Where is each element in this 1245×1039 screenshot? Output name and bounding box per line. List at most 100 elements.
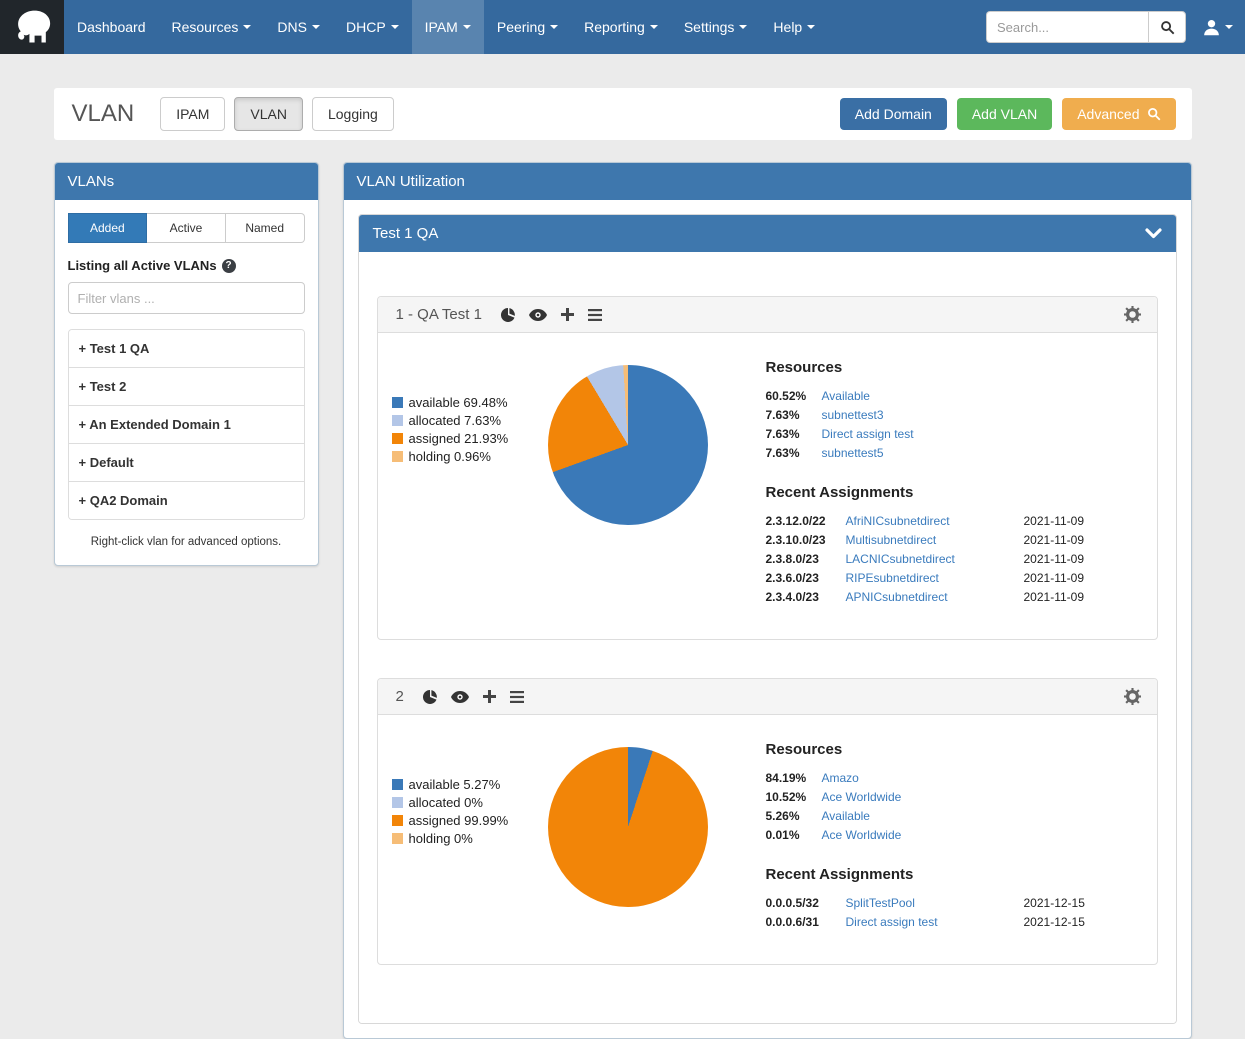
domain-panel: Test 1 QA 1 - QA Test 1 (358, 214, 1177, 1024)
plus-icon[interactable] (561, 308, 574, 321)
help-icon[interactable]: ? (222, 259, 236, 273)
assignment-link[interactable]: RIPEsubnetdirect (846, 571, 1024, 585)
sidebar-hint: Right-click vlan for advanced options. (68, 536, 305, 548)
pie-chart-icon[interactable] (423, 690, 437, 704)
menu-icon[interactable] (588, 309, 602, 321)
nav-item[interactable]: Resources (159, 0, 265, 54)
action-button[interactable]: Add VLAN (957, 98, 1052, 130)
nav-item-label: Peering (497, 19, 545, 35)
caret-down-icon (550, 25, 558, 29)
eye-icon[interactable] (451, 691, 469, 703)
resource-link[interactable]: Available (822, 389, 870, 403)
caret-down-icon (650, 25, 658, 29)
vlan-list-item[interactable]: + QA2 Domain (69, 481, 304, 519)
legend-swatch (392, 833, 403, 844)
legend-swatch (392, 815, 403, 826)
assignment-cidr: 2.3.8.0/23 (766, 552, 846, 566)
assignment-row: 2.3.6.0/23 RIPEsubnetdirect 2021-11-09 (766, 571, 1102, 585)
pie-chart-icon[interactable] (501, 308, 515, 322)
legend-item: available 5.27% (392, 777, 548, 792)
action-button[interactable]: Add Domain (840, 98, 947, 130)
assignment-link[interactable]: SplitTestPool (846, 896, 1024, 910)
domain-header[interactable]: Test 1 QA (359, 215, 1176, 252)
legend-label: available 69.48% (409, 395, 508, 410)
search-icon (1160, 20, 1175, 35)
assignment-row: 0.0.0.5/32 SplitTestPool 2021-12-15 (766, 896, 1102, 910)
assignment-date: 2021-12-15 (1024, 915, 1085, 929)
vlan-section-content: available 69.48% allocated 7.63% assigne… (378, 333, 1157, 639)
search-input[interactable] (986, 11, 1148, 43)
nav-item[interactable]: Reporting (571, 0, 671, 54)
assignment-cidr: 0.0.0.6/31 (766, 915, 846, 929)
utilization-pie-chart (548, 365, 708, 525)
global-search (986, 11, 1186, 43)
vlan-list-item[interactable]: + Test 2 (69, 367, 304, 405)
nav-item[interactable]: Peering (484, 0, 571, 54)
resource-link[interactable]: Ace Worldwide (822, 828, 902, 842)
vlan-filter-tab[interactable]: Active (147, 213, 226, 243)
search-button[interactable] (1148, 11, 1186, 43)
assignment-cidr: 2.3.6.0/23 (766, 571, 846, 585)
user-menu[interactable] (1202, 18, 1233, 37)
gear-icon[interactable] (1124, 306, 1141, 323)
caret-down-icon (243, 25, 251, 29)
resource-link[interactable]: Direct assign test (822, 427, 914, 441)
vlan-section-name: 1 - QA Test 1 (396, 306, 482, 323)
utilization-pie-chart (548, 747, 708, 907)
legend-item: allocated 7.63% (392, 413, 548, 428)
page-title: VLAN (72, 100, 135, 128)
caret-down-icon (391, 25, 399, 29)
action-button-label: Add VLAN (972, 106, 1037, 122)
assignment-date: 2021-11-09 (1024, 552, 1085, 566)
nav-item-label: DHCP (346, 19, 386, 35)
nav-item[interactable]: Dashboard (64, 0, 159, 54)
resource-percent: 7.63% (766, 408, 822, 422)
resource-link[interactable]: Ace Worldwide (822, 790, 902, 804)
resources-list: 60.52% Available 7.63% subnettest3 7.63% (766, 389, 1102, 460)
assignment-link[interactable]: APNICsubnetdirect (846, 590, 1024, 604)
legend-swatch (392, 779, 403, 790)
vlans-panel-title: VLANs (55, 163, 318, 200)
view-tab[interactable]: Logging (312, 97, 394, 131)
vlan-list-item[interactable]: + An Extended Domain 1 (69, 405, 304, 443)
nav-item[interactable]: DHCP (333, 0, 412, 54)
action-button[interactable]: Advanced (1062, 98, 1175, 130)
assignment-link[interactable]: Direct assign test (846, 915, 1024, 929)
domain-title: Test 1 QA (373, 225, 439, 242)
vlan-filter-tab[interactable]: Added (68, 213, 148, 243)
vlan-section: 1 - QA Test 1 (377, 296, 1158, 640)
view-tab[interactable]: VLAN (234, 97, 303, 131)
vlans-panel: VLANs AddedActiveNamed Listing all Activ… (54, 162, 319, 566)
pie-legend: available 69.48% allocated 7.63% assigne… (392, 395, 548, 467)
app-logo[interactable] (0, 0, 64, 54)
assignment-link[interactable]: LACNICsubnetdirect (846, 552, 1024, 566)
vlan-list-item[interactable]: + Test 1 QA (69, 330, 304, 367)
assignment-date: 2021-11-09 (1024, 514, 1085, 528)
legend-label: allocated 0% (409, 795, 483, 810)
resource-link[interactable]: subnettest3 (822, 408, 884, 422)
plus-icon[interactable] (483, 690, 496, 703)
nav-item-label: Reporting (584, 19, 645, 35)
nav-item[interactable]: Settings (671, 0, 761, 54)
nav-item[interactable]: DNS (264, 0, 333, 54)
nav-item[interactable]: Help (760, 0, 828, 54)
assignment-row: 2.3.8.0/23 LACNICsubnetdirect 2021-11-09 (766, 552, 1102, 566)
resource-link[interactable]: subnettest5 (822, 446, 884, 460)
resource-link[interactable]: Amazo (822, 771, 859, 785)
page-header: VLAN IPAM VLAN Logging Add Domain Add VLAN (54, 88, 1192, 140)
gear-icon[interactable] (1124, 688, 1141, 705)
caret-down-icon (463, 25, 471, 29)
assignment-link[interactable]: AfriNICsubnetdirect (846, 514, 1024, 528)
eye-icon[interactable] (529, 309, 547, 321)
resource-link[interactable]: Available (822, 809, 870, 823)
nav-item[interactable]: IPAM (412, 0, 484, 54)
assignment-link[interactable]: Multisubnetdirect (846, 533, 1024, 547)
vlan-filter-tab[interactable]: Named (226, 213, 305, 243)
menu-icon[interactable] (510, 691, 524, 703)
resource-row: 10.52% Ace Worldwide (766, 790, 1102, 804)
vlan-list-item[interactable]: + Default (69, 443, 304, 481)
view-tab[interactable]: IPAM (160, 97, 225, 131)
vlan-filter-input[interactable] (68, 282, 305, 314)
assignments-title: Recent Assignments (766, 484, 1102, 501)
legend-label: allocated 7.63% (409, 413, 502, 428)
